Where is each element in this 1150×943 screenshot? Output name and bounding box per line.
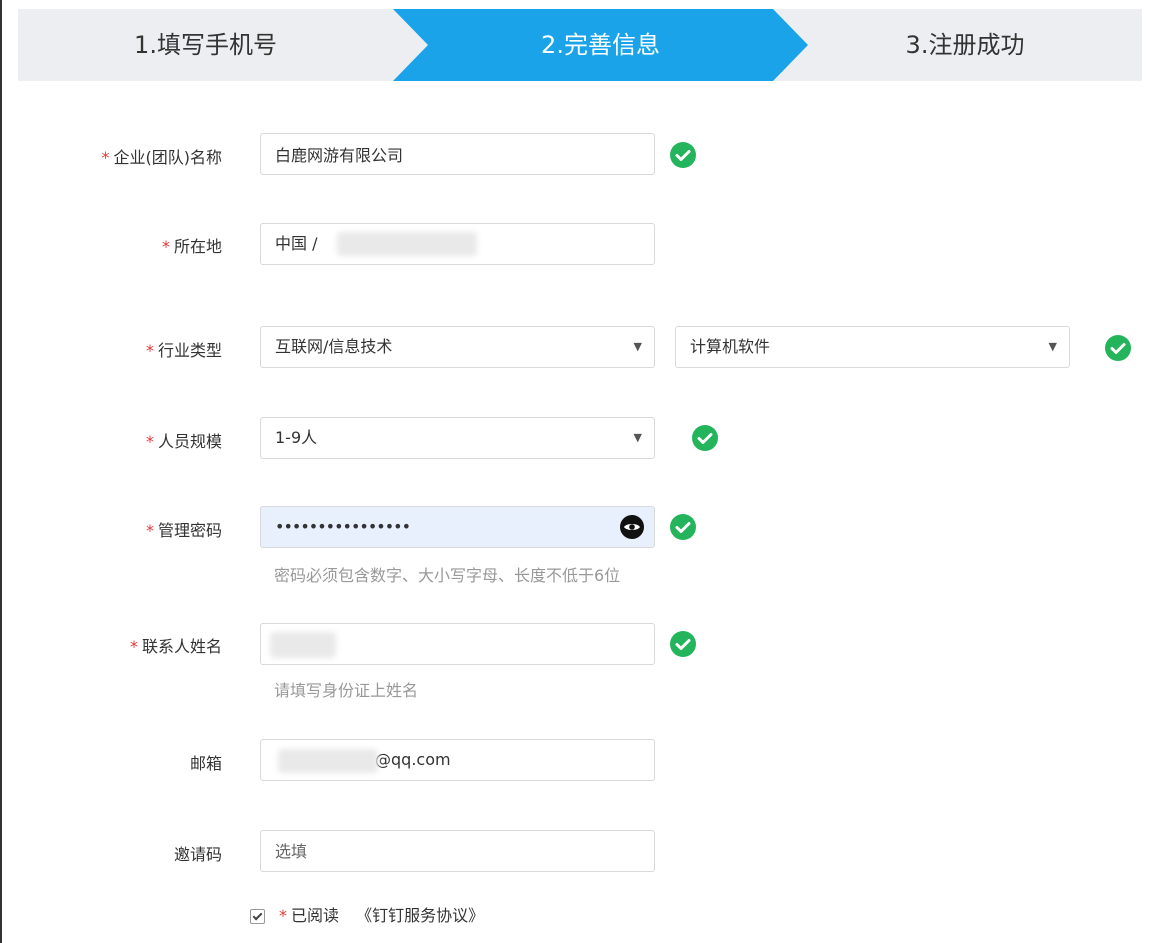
industry-primary-value: 互联网/信息技术 [275, 337, 393, 356]
caret-down-icon: ▼ [633, 431, 642, 444]
agreement-read-label: 已阅读 [291, 906, 340, 925]
step-fill-phone: 1.填写手机号 [134, 31, 277, 59]
check-circle-icon [670, 631, 696, 657]
industry-label: * 行业类型 [145, 341, 222, 360]
staff-size-value: 1-9人 [275, 428, 318, 447]
invite-label: 邀请码 [173, 845, 222, 864]
admin-password-input[interactable]: •••••••••••••••• [260, 506, 655, 548]
industry-secondary-select[interactable]: 计算机软件 ▼ [675, 326, 1070, 368]
redacted-email-user [278, 749, 378, 773]
contact-hint: 请填写身份证上姓名 [274, 681, 419, 700]
check-circle-icon [670, 142, 696, 168]
password-masked-value: •••••••••••••••• [275, 517, 411, 536]
step-complete-info: 2.完善信息 [541, 31, 660, 59]
industry-secondary-value: 计算机软件 [690, 337, 771, 356]
caret-down-icon: ▼ [1048, 340, 1057, 353]
company-name-input[interactable] [260, 133, 655, 175]
staff-size-select[interactable]: 1-9人 ▼ [260, 417, 655, 459]
registration-steps: 1.填写手机号 2.完善信息 3.注册成功 [18, 9, 1142, 81]
email-domain: @qq.com [375, 750, 451, 769]
email-label: 邮箱 [189, 754, 222, 773]
caret-down-icon: ▼ [633, 340, 642, 353]
location-label: * 所在地 [161, 237, 222, 256]
agreement-checkbox[interactable] [250, 909, 265, 924]
password-hint: 密码必须包含数字、大小写字母、长度不低于6位 [274, 566, 621, 585]
step-register-success: 3.注册成功 [905, 31, 1025, 59]
check-circle-icon [692, 425, 718, 451]
industry-primary-select[interactable]: 互联网/信息技术 ▼ [260, 326, 655, 368]
agreement-row: * 已阅读 《钉钉服务协议》 [250, 902, 484, 926]
location-value: 中国 / [275, 234, 318, 253]
redacted-contact-name [270, 632, 336, 658]
check-circle-icon [670, 514, 696, 540]
password-label: * 管理密码 [145, 521, 222, 540]
size-label: * 人员规模 [145, 432, 222, 451]
redacted-location [337, 232, 477, 256]
service-agreement-link[interactable]: 《钉钉服务协议》 [356, 906, 484, 925]
contact-label: * 联系人姓名 [129, 637, 222, 656]
check-circle-icon [1105, 335, 1131, 361]
invite-code-input[interactable] [260, 830, 655, 872]
eye-icon[interactable] [620, 515, 644, 539]
company-label: * 企业(团队)名称 [101, 148, 223, 167]
